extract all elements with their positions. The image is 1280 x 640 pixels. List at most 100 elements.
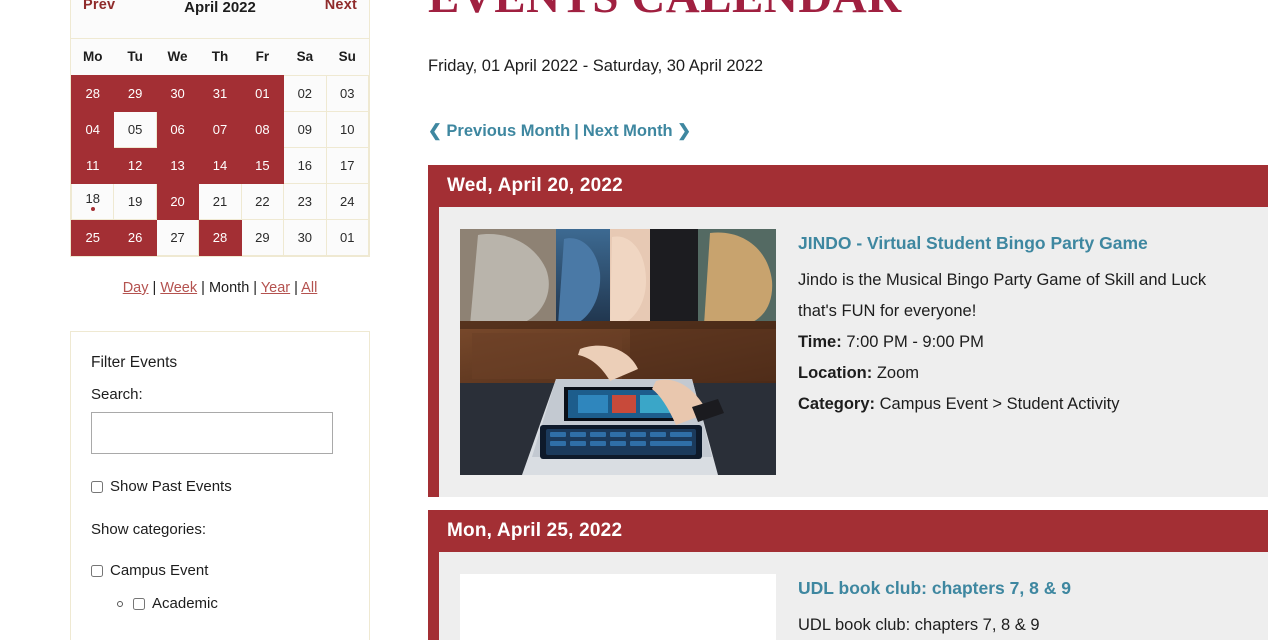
calendar-weekday: Mo [71, 39, 114, 75]
calendar-day-cell[interactable]: 02 [283, 74, 327, 112]
calendar-day-cell-active[interactable]: 12 [113, 146, 157, 184]
calendar-day-cell-active[interactable]: 29 [113, 74, 157, 112]
calendar-day-number: 30 [297, 229, 313, 245]
category-campus-event-checkbox[interactable] [91, 564, 103, 577]
calendar-day-cell-active[interactable]: 28 [198, 218, 242, 256]
search-input[interactable] [91, 412, 333, 454]
view-week-link[interactable]: Week [160, 280, 197, 296]
category-academic-label: Academic [152, 595, 218, 612]
event-description: Jindo is the Musical Bingo Party Game of… [798, 271, 1207, 320]
next-month-link[interactable]: Next Month [583, 122, 673, 140]
view-year-link[interactable]: Year [261, 280, 290, 296]
event-group: Mon, April 25, 2022 UDL book club: chapt… [428, 510, 1268, 640]
view-month-current: Month [208, 280, 250, 296]
calendar-day-number: 16 [297, 157, 313, 173]
show-categories-label: Show categories: [91, 521, 207, 538]
calendar-day-cell[interactable]: 09 [283, 110, 327, 148]
calendar-day-cell-active[interactable]: 04 [70, 110, 115, 148]
calendar-day-cell[interactable]: 03 [325, 74, 370, 112]
event-indicator-dot-icon [90, 207, 95, 211]
calendar-day-cell[interactable]: 29 [240, 218, 285, 256]
chevron-left-icon[interactable]: ❮ [428, 122, 442, 140]
calendar-day-cell-active[interactable]: 13 [155, 146, 200, 184]
calendar-day-cell-active[interactable]: 01 [240, 74, 285, 112]
calendar-day-cell-active[interactable]: 31 [198, 74, 242, 112]
calendar-day-cell[interactable]: 18 [70, 182, 115, 220]
calendar-day-number: 23 [297, 193, 313, 209]
calendar-day-cell[interactable]: 05 [113, 110, 157, 148]
category-academic-checkbox[interactable] [133, 597, 145, 610]
view-day-link[interactable]: Day [123, 280, 149, 296]
show-past-events-row[interactable]: Show Past Events [91, 478, 349, 495]
calendar-day-number: 24 [340, 193, 355, 209]
calendar-weekday: Su [326, 39, 369, 75]
calendar-day-cell-active[interactable]: 11 [70, 146, 115, 184]
calendar-day-cell[interactable]: 19 [113, 182, 157, 220]
calendar-day-cell[interactable]: 01 [325, 218, 370, 256]
previous-month-link[interactable]: Previous Month [446, 122, 570, 140]
calendar-day-number: 08 [255, 121, 270, 137]
events-calendar-page: ❮ Prev April 2022 ❯ Next Mo Tu We Th Fr … [0, 0, 1280, 640]
calendar-day-cell[interactable]: 16 [283, 146, 327, 184]
calendar-day-cell[interactable]: 27 [155, 218, 200, 256]
category-academic-row[interactable]: Academic [117, 595, 349, 612]
calendar-day-cell[interactable]: 22 [240, 182, 285, 220]
event-thumbnail-blank[interactable] [460, 574, 776, 640]
calendar-day-cell-active[interactable]: 25 [70, 218, 115, 256]
calendar-day-cell-active[interactable]: 26 [113, 218, 157, 256]
calendar-day-cell[interactable]: 21 [198, 182, 242, 220]
calendar-day-cell-active[interactable]: 14 [198, 146, 242, 184]
filter-events-panel: Filter Events Search: Show Past Events S… [70, 331, 370, 640]
bullet-circle-icon [117, 600, 123, 607]
calendar-day-cell-active[interactable]: 20 [155, 182, 200, 220]
category-campus-event-row[interactable]: Campus Event [91, 562, 349, 579]
search-label: Search: [91, 386, 143, 403]
event-description: UDL book club: chapters 7, 8 & 9 [798, 616, 1040, 634]
calendar-weekday: We [156, 39, 199, 75]
calendar-week-row: 11 12 13 14 15 16 17 [70, 146, 370, 184]
show-past-events-checkbox[interactable] [91, 480, 103, 493]
calendar-view-switcher: Day | Week | Month | Year | All [70, 280, 370, 296]
calendar-day-cell[interactable]: 10 [325, 110, 370, 148]
show-past-events-label: Show Past Events [110, 478, 232, 495]
view-separator: | [249, 280, 261, 296]
calendar-nav: ❮ Prev April 2022 ❯ Next [71, 0, 369, 39]
calendar-day-number: 20 [170, 193, 185, 209]
calendar-day-number: 03 [340, 85, 355, 101]
calendar-day-cell[interactable]: 24 [325, 182, 370, 220]
event-thumbnail-photo-people-laptop[interactable] [460, 229, 776, 475]
calendar-day-cell-active[interactable]: 30 [155, 74, 200, 112]
page-title: EVENTS CALENDAR [428, 0, 902, 24]
calendar-day-cell[interactable]: 17 [325, 146, 370, 184]
calendar-day-cell-active[interactable]: 06 [155, 110, 200, 148]
event-category-row: Category: Campus Event > Student Activit… [798, 389, 1228, 420]
calendar-day-number: 21 [212, 193, 228, 209]
event-title-link[interactable]: JINDO - Virtual Student Bingo Party Game [798, 233, 1228, 254]
calendar-day-number: 30 [170, 85, 185, 101]
calendar-day-number: 19 [127, 193, 143, 209]
calendar-week-row: 25 26 27 28 29 30 01 [70, 218, 370, 256]
next-month-button[interactable]: Next [325, 0, 357, 13]
calendar-day-cell-active[interactable]: 28 [70, 74, 115, 112]
event-time-row: Time: 7:00 PM - 9:00 PM [798, 327, 1228, 358]
view-separator: | [290, 280, 302, 296]
calendar-day-cell-active[interactable]: 15 [240, 146, 285, 184]
calendar-day-number: 25 [85, 229, 100, 245]
calendar-day-cell[interactable]: 30 [283, 218, 327, 256]
calendar-day-number: 01 [340, 229, 355, 245]
calendar-weekday: Fr [241, 39, 284, 75]
view-all-link[interactable]: All [301, 280, 317, 296]
chevron-right-icon[interactable]: ❯ [677, 122, 691, 140]
calendar-day-number: 04 [85, 121, 100, 137]
view-separator: | [197, 280, 209, 296]
event-title-link[interactable]: UDL book club: chapters 7, 8 & 9 [798, 578, 1071, 599]
category-campus-event-label: Campus Event [110, 562, 209, 579]
calendar-day-number: 12 [127, 157, 143, 173]
calendar-day-cell[interactable]: 23 [283, 182, 327, 220]
event-details: JINDO - Virtual Student Bingo Party Game… [798, 229, 1228, 475]
event-group-body: JINDO - Virtual Student Bingo Party Game… [428, 207, 1268, 497]
calendar-weekday: Th [198, 39, 242, 75]
calendar-day-cell-active[interactable]: 07 [198, 110, 242, 148]
calendar-week-row: 04 05 06 07 08 09 10 [70, 110, 370, 148]
calendar-day-cell-active[interactable]: 08 [240, 110, 285, 148]
